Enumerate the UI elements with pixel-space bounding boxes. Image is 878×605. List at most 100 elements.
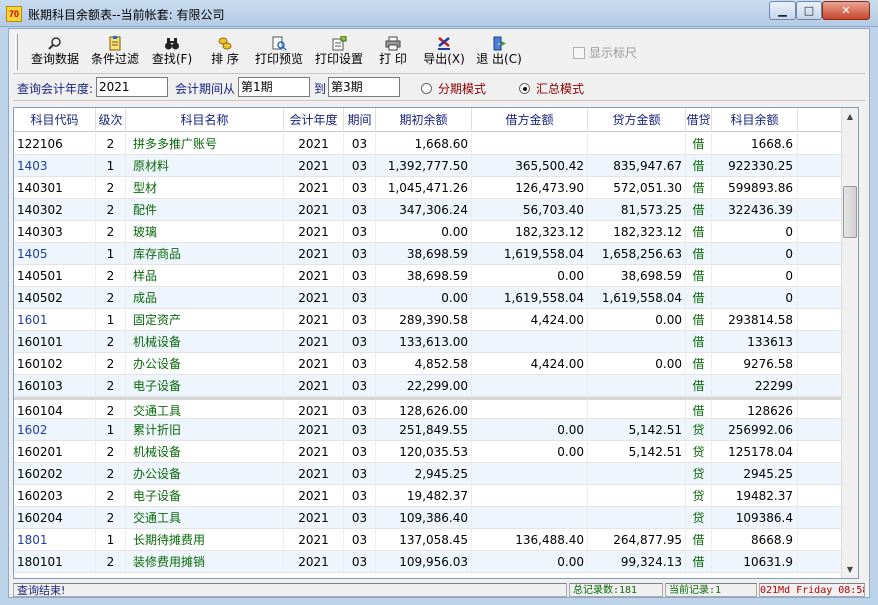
cell-credit[interactable]: 5,142.51 bbox=[588, 441, 686, 463]
cell-code[interactable]: 160203 bbox=[14, 485, 96, 507]
table-row[interactable]: 160103 2 电子设备 2021 03 22,299.00 借 22299 bbox=[14, 375, 850, 397]
cell-opening[interactable]: 109,956.03 bbox=[376, 551, 472, 573]
cell-period[interactable]: 03 bbox=[344, 463, 376, 485]
cell-code[interactable]: 140301 bbox=[14, 177, 96, 199]
split-mode-radio[interactable]: 分期模式 bbox=[421, 80, 486, 97]
cell-code[interactable]: 180101 bbox=[14, 551, 96, 573]
toolbar-grip[interactable] bbox=[15, 34, 18, 70]
cell-debit[interactable] bbox=[472, 331, 588, 353]
cell-code[interactable]: 160103 bbox=[14, 375, 96, 397]
cell-level[interactable]: 2 bbox=[96, 331, 126, 353]
cell-period[interactable]: 03 bbox=[344, 419, 376, 441]
cell-period[interactable]: 03 bbox=[344, 155, 376, 177]
cell-period[interactable]: 03 bbox=[344, 551, 376, 573]
table-row[interactable]: 140301 2 型材 2021 03 1,045,471.26 126,473.90 572… bbox=[14, 177, 850, 199]
cell-name[interactable]: 配件 bbox=[126, 199, 284, 221]
cell-level[interactable]: 2 bbox=[96, 221, 126, 243]
cell-code[interactable]: 1801 bbox=[14, 529, 96, 551]
cell-dc[interactable]: 贷 bbox=[686, 463, 712, 485]
cell-opening[interactable]: 347,306.24 bbox=[376, 199, 472, 221]
cell-level[interactable]: 2 bbox=[96, 375, 126, 397]
cell-balance[interactable]: 922330.25 bbox=[712, 155, 798, 177]
cell-name[interactable]: 拼多多推广账号 bbox=[126, 133, 284, 155]
cell-opening[interactable]: 19,482.37 bbox=[376, 485, 472, 507]
table-row[interactable]: 1801 1 长期待摊费用 2021 03 137,058.45 136,488.40 264… bbox=[14, 529, 850, 551]
cell-debit[interactable] bbox=[472, 133, 588, 155]
cell-dc[interactable]: 借 bbox=[686, 199, 712, 221]
cell-credit[interactable] bbox=[588, 375, 686, 397]
cell-debit[interactable]: 1,619,558.04 bbox=[472, 243, 588, 265]
cell-balance[interactable]: 9276.58 bbox=[712, 353, 798, 375]
table-row[interactable]: 140502 2 成品 2021 03 0.00 1,619,558.04 1,619,558… bbox=[14, 287, 850, 309]
cell-period[interactable]: 03 bbox=[344, 309, 376, 331]
cell-dc[interactable]: 贷 bbox=[686, 485, 712, 507]
cell-year[interactable]: 2021 bbox=[284, 441, 344, 463]
maximize-button[interactable]: □ bbox=[796, 1, 822, 20]
cell-name[interactable]: 电子设备 bbox=[126, 485, 284, 507]
cell-balance[interactable]: 256992.06 bbox=[712, 419, 798, 441]
print-button[interactable]: 打 印 bbox=[371, 34, 415, 70]
cell-balance[interactable]: 599893.86 bbox=[712, 177, 798, 199]
cell-level[interactable]: 1 bbox=[96, 243, 126, 265]
column-header-debit[interactable]: 借方金额 bbox=[472, 108, 588, 132]
show-ruler-checkbox[interactable]: 显示标尺 bbox=[573, 44, 637, 61]
cell-year[interactable]: 2021 bbox=[284, 463, 344, 485]
cell-year[interactable]: 2021 bbox=[284, 309, 344, 331]
cell-dc[interactable]: 借 bbox=[686, 375, 712, 397]
cell-debit[interactable]: 0.00 bbox=[472, 265, 588, 287]
cell-name[interactable]: 玻璃 bbox=[126, 221, 284, 243]
cell-period[interactable]: 03 bbox=[344, 287, 376, 309]
cell-name[interactable]: 电子设备 bbox=[126, 375, 284, 397]
cell-year[interactable]: 2021 bbox=[284, 155, 344, 177]
cell-code[interactable]: 160201 bbox=[14, 441, 96, 463]
cell-name[interactable]: 累计折旧 bbox=[126, 419, 284, 441]
table-row[interactable]: 1601 1 固定资产 2021 03 289,390.58 4,424.00 0.00 借 29… bbox=[14, 309, 850, 331]
condition-filter-button[interactable]: 条件过滤 bbox=[87, 34, 143, 70]
cell-name[interactable]: 机械设备 bbox=[126, 441, 284, 463]
cell-credit[interactable]: 182,323.12 bbox=[588, 221, 686, 243]
cell-credit[interactable]: 99,324.13 bbox=[588, 551, 686, 573]
cell-opening[interactable]: 137,058.45 bbox=[376, 529, 472, 551]
cell-name[interactable]: 库存商品 bbox=[126, 243, 284, 265]
cell-year[interactable]: 2021 bbox=[284, 419, 344, 441]
cell-credit[interactable]: 1,619,558.04 bbox=[588, 287, 686, 309]
cell-balance[interactable]: 19482.37 bbox=[712, 485, 798, 507]
table-row[interactable]: 140302 2 配件 2021 03 347,306.24 56,703.40 81,573… bbox=[14, 199, 850, 221]
cell-balance[interactable]: 322436.39 bbox=[712, 199, 798, 221]
table-row[interactable]: 160102 2 办公设备 2021 03 4,852.58 4,424.00 0.00 借 92… bbox=[14, 353, 850, 375]
cell-dc[interactable]: 贷 bbox=[686, 419, 712, 441]
cell-credit[interactable] bbox=[588, 507, 686, 529]
table-row[interactable]: 1602 1 累计折旧 2021 03 251,849.55 0.00 5,142.51 贷 25… bbox=[14, 419, 850, 441]
cell-credit[interactable]: 0.00 bbox=[588, 353, 686, 375]
print-preview-button[interactable]: 打印预览 bbox=[253, 34, 305, 70]
cell-opening[interactable]: 1,045,471.26 bbox=[376, 177, 472, 199]
cell-name[interactable]: 成品 bbox=[126, 287, 284, 309]
table-row[interactable]: 160101 2 机械设备 2021 03 133,613.00 借 133613 bbox=[14, 331, 850, 353]
cell-name[interactable]: 样品 bbox=[126, 265, 284, 287]
cell-code[interactable]: 160101 bbox=[14, 331, 96, 353]
column-header-credit[interactable]: 贷方金额 bbox=[588, 108, 686, 132]
cell-balance[interactable]: 0 bbox=[712, 243, 798, 265]
cell-opening[interactable]: 109,386.40 bbox=[376, 507, 472, 529]
table-row[interactable]: 140501 2 样品 2021 03 38,698.59 0.00 38,698.59 借 0 bbox=[14, 265, 850, 287]
cell-year[interactable]: 2021 bbox=[284, 353, 344, 375]
cell-dc[interactable]: 借 bbox=[686, 353, 712, 375]
cell-debit[interactable]: 126,473.90 bbox=[472, 177, 588, 199]
table-row[interactable]: 160203 2 电子设备 2021 03 19,482.37 贷 19482.37 bbox=[14, 485, 850, 507]
cell-credit[interactable]: 81,573.25 bbox=[588, 199, 686, 221]
cell-code[interactable]: 1403 bbox=[14, 155, 96, 177]
cell-year[interactable]: 2021 bbox=[284, 265, 344, 287]
cell-period[interactable]: 03 bbox=[344, 243, 376, 265]
cell-level[interactable]: 2 bbox=[96, 507, 126, 529]
minimize-button[interactable]: ▁ bbox=[769, 1, 796, 20]
cell-credit[interactable]: 572,051.30 bbox=[588, 177, 686, 199]
cell-name[interactable]: 原材料 bbox=[126, 155, 284, 177]
cell-balance[interactable]: 133613 bbox=[712, 331, 798, 353]
column-header-year[interactable]: 会计年度 bbox=[284, 108, 344, 132]
cell-debit[interactable] bbox=[472, 507, 588, 529]
cell-level[interactable]: 1 bbox=[96, 419, 126, 441]
cell-debit[interactable]: 4,424.00 bbox=[472, 353, 588, 375]
cell-opening[interactable]: 133,613.00 bbox=[376, 331, 472, 353]
cell-year[interactable]: 2021 bbox=[284, 529, 344, 551]
cell-period[interactable]: 03 bbox=[344, 133, 376, 155]
